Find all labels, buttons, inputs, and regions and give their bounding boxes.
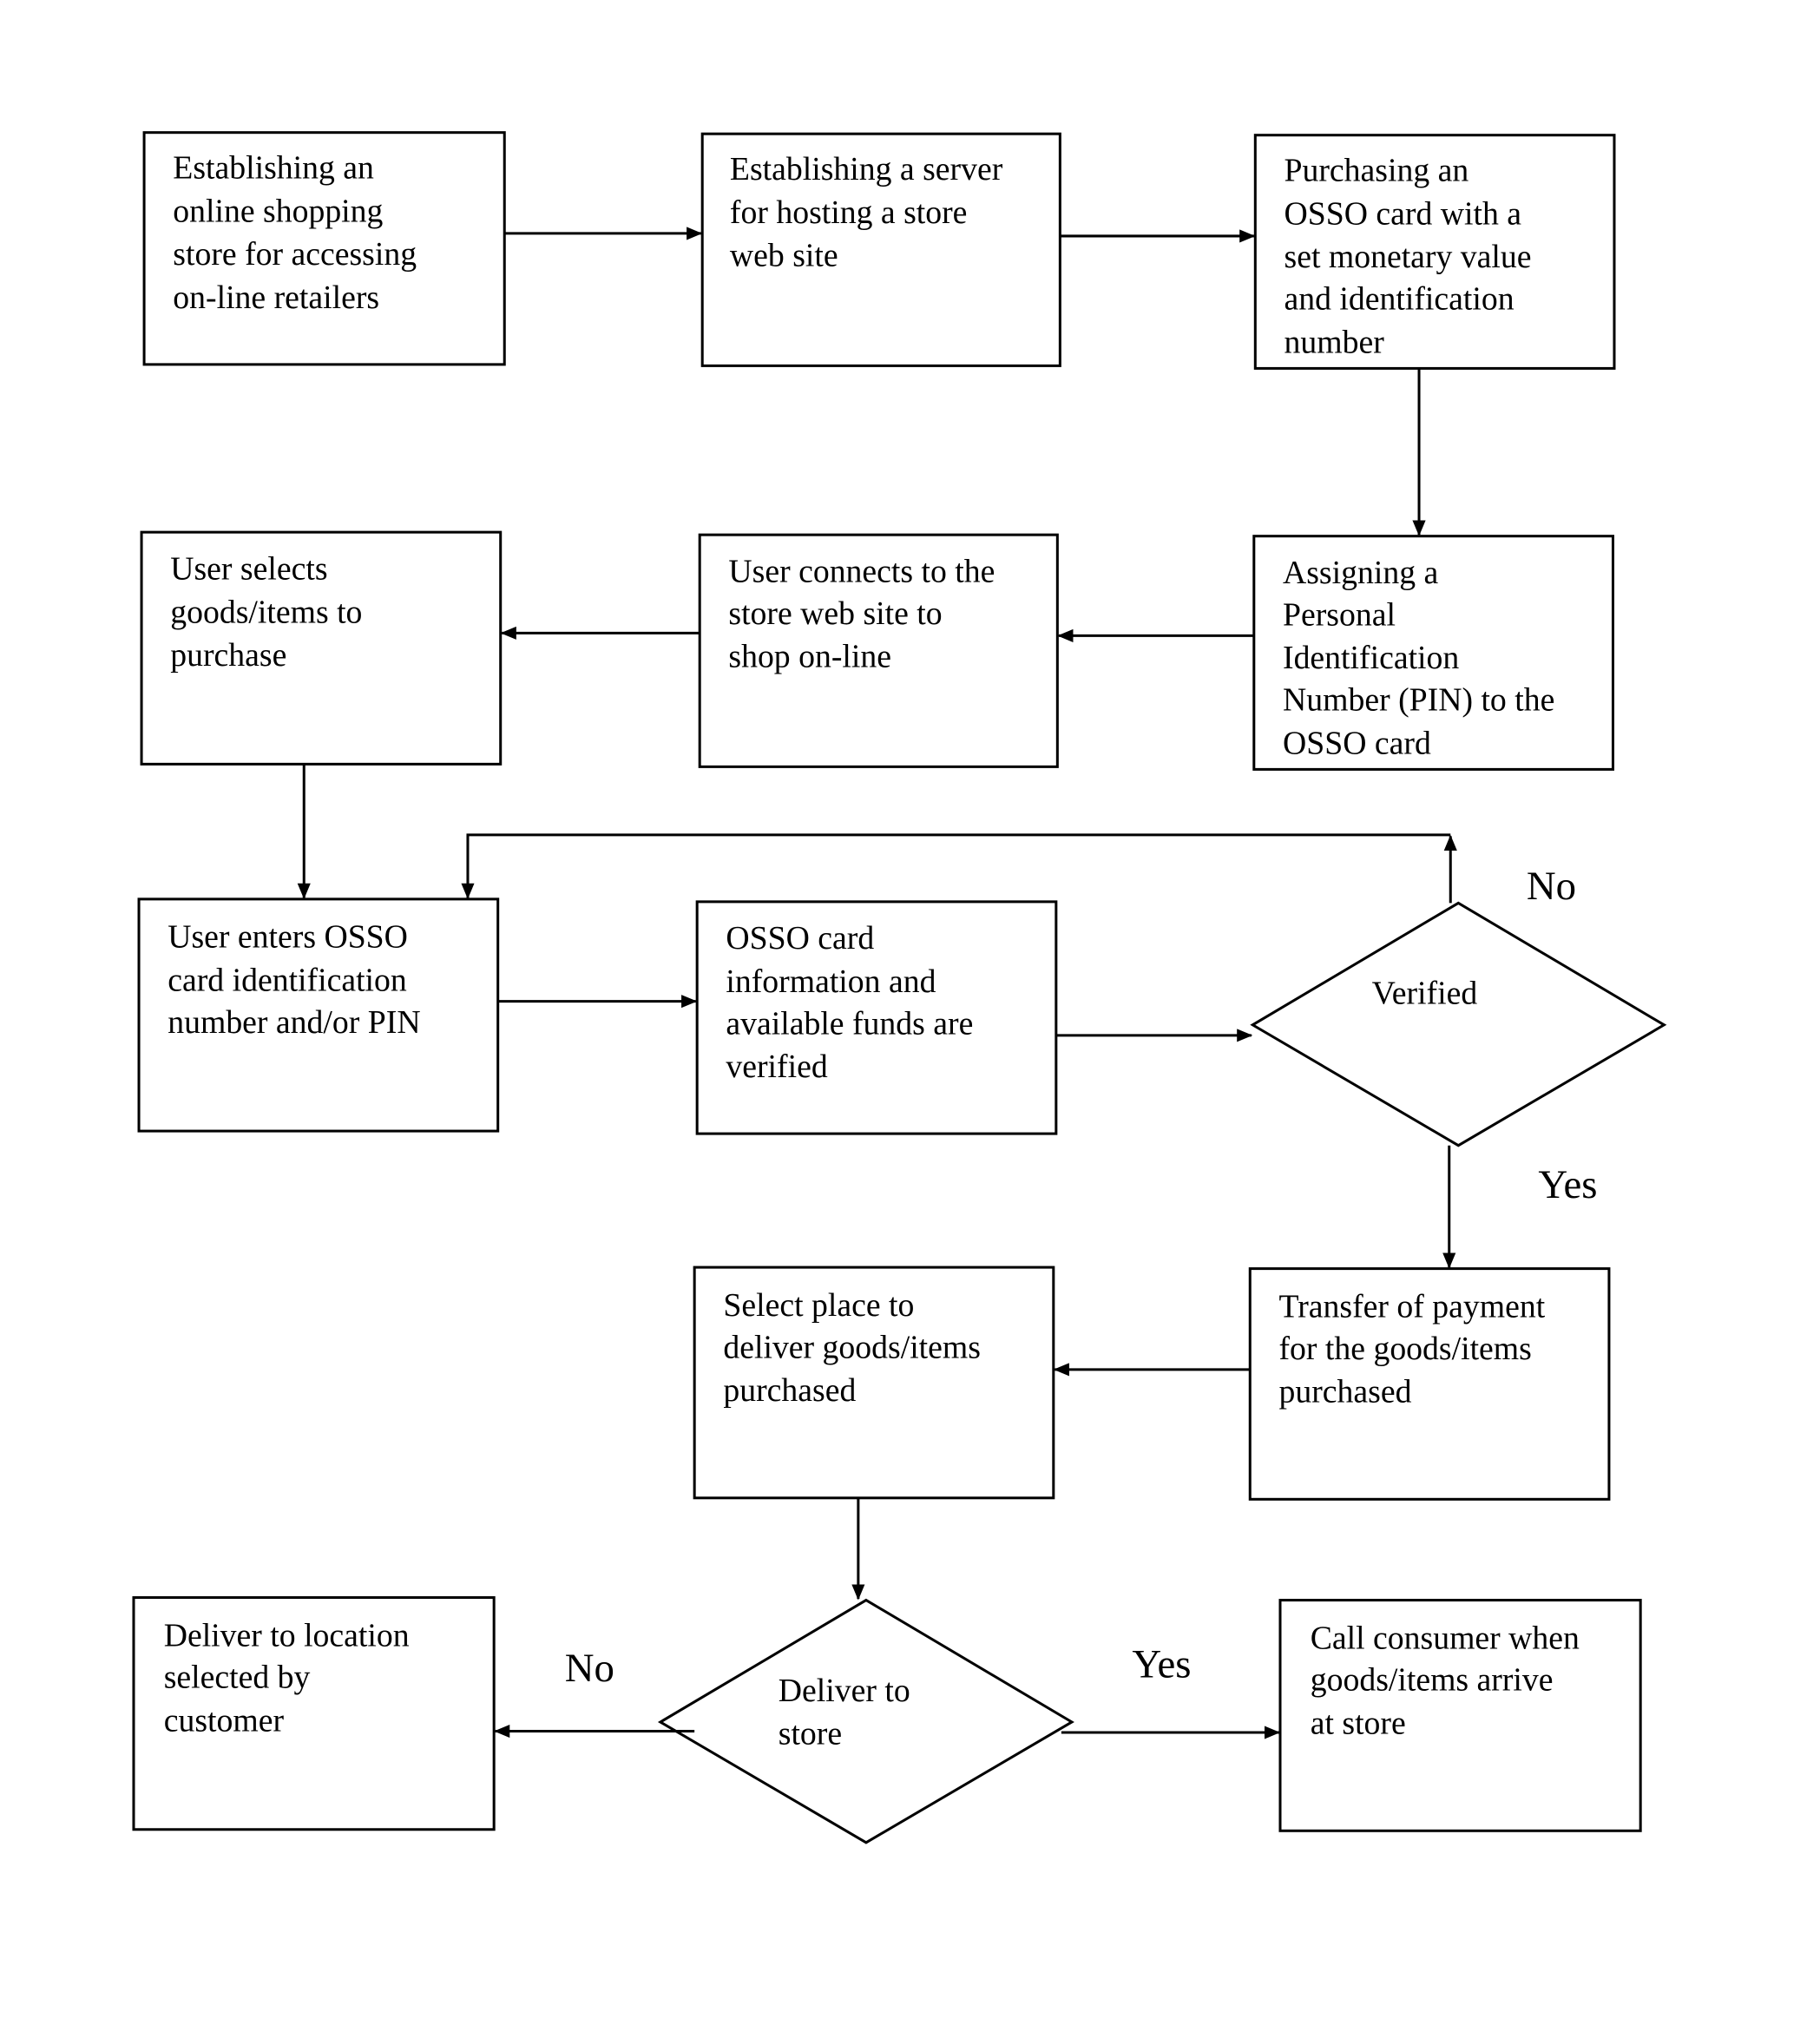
edge-label-d1-no: No <box>1527 864 1576 909</box>
node-n7-text: User enters OSSO card identification num… <box>168 919 420 1041</box>
node-n2: Establishing a server for hosting a stor… <box>700 132 1061 367</box>
node-n5: User connects to the store web site to s… <box>698 533 1059 768</box>
flowchart: Establishing an online shopping store fo… <box>132 131 1667 1844</box>
node-n8: OSSO card information and available fund… <box>695 900 1058 1135</box>
edge-label-d2-no: No <box>565 1646 614 1691</box>
node-n9: Transfer of payment for the goods/items … <box>1248 1267 1611 1501</box>
node-n6: User selects goods/items to purchase <box>140 530 503 766</box>
decision-d2: Deliver to store <box>657 1598 1074 1844</box>
node-n4: Assigning a Personal Identification Numb… <box>1252 535 1614 771</box>
edge-label-d2-yes: Yes <box>1132 1642 1191 1687</box>
edge-label-d1-yes: Yes <box>1538 1162 1597 1207</box>
node-n3: Purchasing an OSSO card with a set monet… <box>1253 134 1616 370</box>
node-n11: Deliver to location selected by customer <box>132 1596 496 1831</box>
node-n1: Establishing an online shopping store fo… <box>142 131 506 366</box>
node-n10: Select place to deliver goods/items purc… <box>693 1266 1055 1500</box>
node-n7: User enters OSSO card identification num… <box>137 897 500 1133</box>
decision-d1: Verified <box>1250 901 1667 1147</box>
node-n12: Call consumer when goods/items arrive at… <box>1278 1599 1642 1832</box>
edge-d1-n7-loop <box>461 833 1451 899</box>
decision-d1-text: Verified <box>1372 976 1478 1012</box>
